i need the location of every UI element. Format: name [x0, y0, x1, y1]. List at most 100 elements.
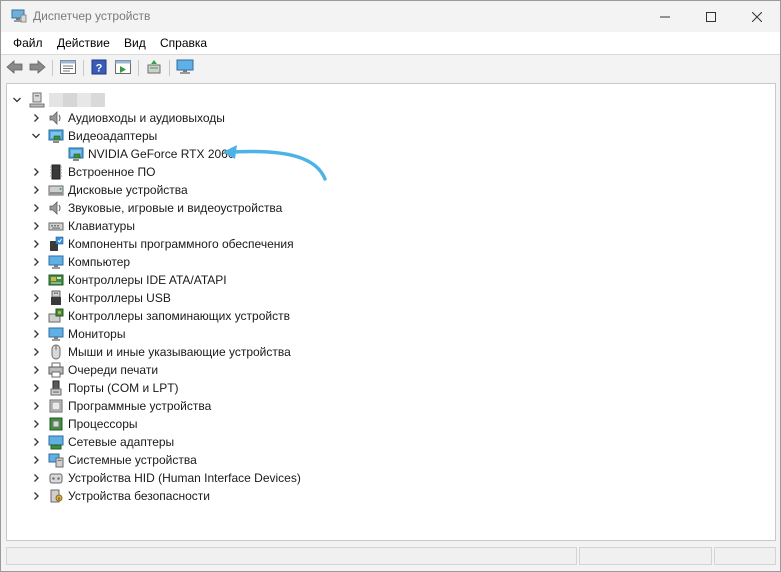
chevron-right-icon[interactable]: [30, 235, 42, 253]
chevron-right-icon[interactable]: [30, 397, 42, 415]
tree-category-15[interactable]: Программные устройства: [30, 397, 211, 415]
chevron-right-icon[interactable]: [30, 109, 42, 127]
chevron-right-icon[interactable]: [30, 343, 42, 361]
chevron-right-icon[interactable]: [30, 451, 42, 469]
chevron-right-icon[interactable]: [30, 361, 42, 379]
device-manager-window: Диспетчер устройств Файл Действие Вид Сп…: [0, 0, 781, 572]
network-adapter-icon: [48, 434, 64, 450]
back-button[interactable]: [5, 59, 25, 77]
menu-help[interactable]: Справка: [160, 36, 207, 50]
chevron-right-icon[interactable]: [30, 217, 42, 235]
tree-category-label: Контроллеры запоминающих устройств: [68, 309, 290, 323]
chevron-right-icon[interactable]: [30, 307, 42, 325]
toolbar-separator: [83, 60, 84, 76]
tree-category-17[interactable]: Сетевые адаптеры: [30, 433, 174, 451]
forward-button[interactable]: [27, 59, 47, 77]
tree-category-7[interactable]: Компьютер: [30, 253, 130, 271]
chevron-right-icon[interactable]: [30, 415, 42, 433]
mouse-icon: [48, 344, 64, 360]
window-title: Диспетчер устройств: [33, 9, 151, 23]
status-cell-main: [6, 547, 577, 565]
status-cell-tertiary: [714, 547, 776, 565]
update-driver-icon: [115, 59, 131, 77]
chevron-right-icon[interactable]: [30, 271, 42, 289]
computer-icon: [29, 92, 45, 108]
menu-view[interactable]: Вид: [124, 36, 146, 50]
tree-category-9[interactable]: Контроллеры USB: [30, 289, 171, 307]
tree-category-label: Контроллеры USB: [68, 291, 171, 305]
tree-category-10[interactable]: Контроллеры запоминающих устройств: [30, 307, 290, 325]
svg-text:?: ?: [96, 62, 103, 74]
tree-category-label: Мыши и иные указывающие устройства: [68, 345, 291, 359]
chevron-right-icon[interactable]: [30, 181, 42, 199]
update-driver-button[interactable]: [113, 59, 133, 77]
tree-category-20[interactable]: Устройства безопасности: [30, 487, 210, 505]
tree-category-5[interactable]: Клавиатуры: [30, 217, 135, 235]
toolbar-separator: [138, 60, 139, 76]
chevron-right-icon[interactable]: [30, 163, 42, 181]
security-device-icon: [48, 488, 64, 504]
chevron-right-icon[interactable]: [30, 379, 42, 397]
tree-category-14[interactable]: Порты (COM и LPT): [30, 379, 179, 397]
help-icon: ?: [91, 59, 107, 78]
tree-category-0[interactable]: Аудиовходы и аудиовыходы: [30, 109, 225, 127]
chevron-right-icon[interactable]: [30, 469, 42, 487]
hid-icon: [48, 470, 64, 486]
chevron-right-icon[interactable]: [30, 289, 42, 307]
toolbar-separator: [169, 60, 170, 76]
usb-icon: [48, 290, 64, 306]
chevron-right-icon[interactable]: [30, 199, 42, 217]
maximize-button[interactable]: [688, 1, 734, 32]
tree-category-label: Контроллеры IDE ATA/ATAPI: [68, 273, 227, 287]
scan-hardware-button[interactable]: [144, 59, 164, 77]
chevron-right-icon[interactable]: [30, 253, 42, 271]
tree-category-2[interactable]: Встроенное ПО: [30, 163, 155, 181]
tree-category-1[interactable]: Видеоадаптеры: [30, 127, 157, 145]
firmware-icon: [48, 164, 64, 180]
tree-category-label: Очереди печати: [68, 363, 159, 377]
tree-category-18[interactable]: Системные устройства: [30, 451, 197, 469]
system-device-icon: [48, 452, 64, 468]
tree-category-label: Устройства HID (Human Interface Devices): [68, 471, 301, 485]
tree-category-13[interactable]: Очереди печати: [30, 361, 158, 379]
speaker-icon: [48, 200, 64, 216]
tree-category-6[interactable]: Компоненты программного обеспечения: [30, 235, 294, 253]
printer-icon: [48, 362, 64, 378]
tree-category-8[interactable]: Контроллеры IDE ATA/ATAPI: [30, 271, 227, 289]
forward-icon: [28, 59, 46, 77]
properties-icon: [60, 59, 76, 77]
tree-category-16[interactable]: Процессоры: [30, 415, 138, 433]
tree-category-12[interactable]: Мыши и иные указывающие устройства: [30, 343, 291, 361]
tree-category-4[interactable]: Звуковые, игровые и видеоустройства: [30, 199, 282, 217]
tree-category-label: Клавиатуры: [68, 219, 135, 233]
help-button[interactable]: ?: [89, 59, 109, 77]
maximize-icon: [706, 11, 716, 22]
tree-category-label: Сетевые адаптеры: [68, 435, 175, 449]
tree-category-3[interactable]: Дисковые устройства: [30, 181, 188, 199]
tree-category-label: Звуковые, игровые и видеоустройства: [68, 201, 283, 215]
tree-device-label: NVIDIA GeForce RTX 2060: [88, 147, 235, 161]
minimize-button[interactable]: [642, 1, 688, 32]
chevron-right-icon[interactable]: [30, 433, 42, 451]
add-legacy-hardware-button[interactable]: [175, 59, 195, 77]
menu-file[interactable]: Файл: [13, 36, 43, 50]
chevron-right-icon[interactable]: [30, 487, 42, 505]
chevron-down-icon[interactable]: [11, 91, 23, 109]
tree-device-1-0[interactable]: NVIDIA GeForce RTX 2060: [50, 145, 235, 163]
chevron-right-icon[interactable]: [30, 325, 42, 343]
menu-action[interactable]: Действие: [57, 36, 110, 50]
properties-button[interactable]: [58, 59, 78, 77]
ide-controller-icon: [48, 272, 64, 288]
close-button[interactable]: [734, 1, 780, 32]
tree-category-label: Встроенное ПО: [68, 165, 156, 179]
device-tree[interactable]: Аудиовходы и аудиовыходы Видеоадаптеры NVI…: [6, 83, 776, 541]
tree-category-label: Мониторы: [68, 327, 126, 341]
close-icon: [752, 11, 762, 22]
tree-category-11[interactable]: Мониторы: [30, 325, 125, 343]
tree-category-label: Устройства безопасности: [68, 489, 210, 503]
title-bar[interactable]: Диспетчер устройств: [1, 1, 780, 32]
tree-root-computer[interactable]: [11, 91, 105, 109]
chevron-down-icon[interactable]: [30, 127, 42, 145]
keyboard-icon: [48, 218, 64, 234]
tree-category-19[interactable]: Устройства HID (Human Interface Devices): [30, 469, 301, 487]
